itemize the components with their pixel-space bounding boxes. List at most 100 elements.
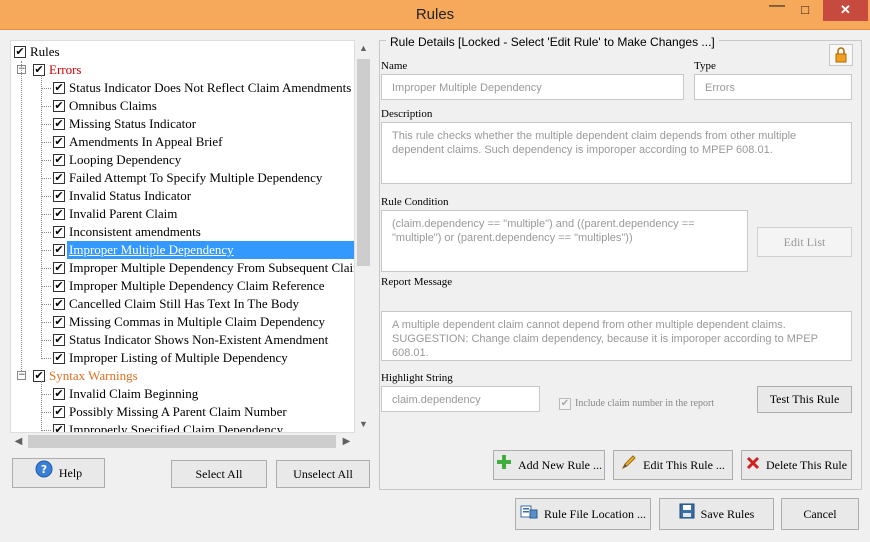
close-button[interactable]: ✕ xyxy=(823,0,868,21)
test-this-rule-button[interactable]: Test This Rule xyxy=(757,386,852,413)
lock-button[interactable] xyxy=(829,44,853,66)
tree-group-row[interactable]: − ✔ Errors xyxy=(11,61,354,79)
collapse-icon[interactable]: − xyxy=(17,371,26,380)
tree-connector xyxy=(41,142,51,143)
tree-item-row[interactable]: ✔ Improper Multiple Dependency Claim Refe… xyxy=(11,277,354,295)
tree-item-label: Cancelled Claim Still Has Text In The Bo… xyxy=(69,296,300,311)
scroll-down-icon[interactable]: ▼ xyxy=(355,416,372,433)
edit-list-button[interactable]: Edit List xyxy=(757,227,852,257)
pencil-icon xyxy=(621,452,637,480)
checkbox[interactable]: ✔ xyxy=(53,190,65,202)
checkbox[interactable]: ✔ xyxy=(53,352,65,364)
plus-icon xyxy=(496,452,512,480)
type-field[interactable]: Errors xyxy=(694,74,852,100)
tree-connector xyxy=(41,381,42,431)
tree-item-row[interactable]: ✔ Cancelled Claim Still Has Text In The B… xyxy=(11,295,354,313)
tree-item-row[interactable]: ✔ Missing Commas in Multiple Claim Depend… xyxy=(11,313,354,331)
tree-item-row[interactable]: ✔ Inconsistent amendments xyxy=(11,223,354,241)
tree-item-label: Missing Status Indicator xyxy=(69,116,197,131)
report-message-field[interactable]: A multiple dependent claim cannot depend… xyxy=(381,311,852,361)
tree-connector xyxy=(41,250,51,251)
tree-item-row[interactable]: ✔ Looping Dependency xyxy=(11,151,354,169)
checkbox[interactable]: ✔ xyxy=(53,406,65,418)
checkbox[interactable]: ✔ xyxy=(53,262,65,274)
highlight-string-field[interactable]: claim.dependency xyxy=(381,386,540,412)
tree-connector xyxy=(41,106,51,107)
description-field[interactable]: This rule checks whether the multiple de… xyxy=(381,122,852,184)
scroll-up-icon[interactable]: ▲ xyxy=(355,40,372,57)
tree-item-row[interactable]: ✔ Possibly Missing A Parent Claim Number xyxy=(11,403,354,421)
checkbox[interactable]: ✔ xyxy=(53,154,65,166)
add-new-rule-button[interactable]: Add New Rule ... xyxy=(493,450,605,480)
tree-connector xyxy=(41,75,42,359)
tree-vertical-scrollbar[interactable]: ▲ ▼ xyxy=(355,40,372,433)
tree-connector xyxy=(41,286,51,287)
tree-item-row[interactable]: ✔ Invalid Parent Claim xyxy=(11,205,354,223)
scroll-left-icon[interactable]: ◀ xyxy=(10,433,27,450)
tree-item-row[interactable]: ✔ Omnibus Claims xyxy=(11,97,354,115)
help-button[interactable]: ? Help xyxy=(12,458,105,488)
checkbox[interactable]: ✔ xyxy=(53,298,65,310)
maximize-button[interactable]: □ xyxy=(792,0,818,21)
minimize-button[interactable]: — xyxy=(764,0,790,21)
tree-root-row[interactable]: ✔ Rules xyxy=(11,43,354,61)
checkbox[interactable]: ✔ xyxy=(33,64,45,76)
tree-group-row[interactable]: − ✔ Syntax Warnings xyxy=(11,367,354,385)
tree-connector xyxy=(41,232,51,233)
tree-item-row[interactable]: ✔ Improperly Specified Claim Dependency xyxy=(11,421,354,432)
edit-this-rule-button[interactable]: Edit This Rule ... xyxy=(613,450,733,480)
delete-this-rule-button[interactable]: Delete This Rule xyxy=(741,450,852,480)
tree-item-row[interactable]: ✔ Status Indicator Does Not Reflect Claim… xyxy=(11,79,354,97)
tree-connector xyxy=(41,196,51,197)
file-location-icon xyxy=(520,500,538,530)
tree-item-row[interactable]: ✔ Improper Multiple Dependency xyxy=(11,241,354,259)
checkbox[interactable]: ✔ xyxy=(53,100,65,112)
checkbox[interactable]: ✔ xyxy=(53,118,65,130)
name-label: Name xyxy=(381,60,408,72)
tree-connector xyxy=(41,214,51,215)
tree-item-row[interactable]: ✔ Improper Listing of Multiple Dependency xyxy=(11,349,354,367)
tree-connector xyxy=(41,268,51,269)
checkbox[interactable]: ✔ xyxy=(53,334,65,346)
tree-connector xyxy=(41,394,51,395)
tree-item-row[interactable]: ✔ Amendments In Appeal Brief xyxy=(11,133,354,151)
checkbox[interactable]: ✔ xyxy=(53,388,65,400)
select-all-button[interactable]: Select All xyxy=(171,460,267,488)
svg-text:?: ? xyxy=(41,463,47,476)
tree-item-row[interactable]: ✔ Improper Multiple Dependency From Subse… xyxy=(11,259,354,277)
checkbox[interactable]: ✔ xyxy=(53,316,65,328)
checkbox[interactable]: ✔ xyxy=(53,82,65,94)
name-field[interactable]: Improper Multiple Dependency xyxy=(381,74,684,100)
tree-item-label: Missing Commas in Multiple Claim Depende… xyxy=(69,314,326,329)
tree-item-label: Invalid Claim Beginning xyxy=(69,386,199,401)
tree-item-row[interactable]: ✔ Failed Attempt To Specify Multiple Depe… xyxy=(11,169,354,187)
rules-tree[interactable]: ✔ Rules − ✔ Errors ✔ Status Indicator Does Not… xyxy=(10,40,355,433)
tree-item-row[interactable]: ✔ Invalid Claim Beginning xyxy=(11,385,354,403)
scroll-thumb-horizontal[interactable] xyxy=(28,435,336,448)
cancel-button[interactable]: Cancel xyxy=(781,498,859,530)
tree-item-row[interactable]: ✔ Status Indicator Shows Non-Existent Ame… xyxy=(11,331,354,349)
tree-horizontal-scrollbar[interactable]: ◀ ▶ xyxy=(10,433,355,450)
checkbox[interactable]: ✔ xyxy=(53,172,65,184)
tree-item-label: Improper Multiple Dependency xyxy=(67,241,354,259)
scroll-thumb[interactable] xyxy=(357,59,370,266)
checkbox[interactable]: ✔ xyxy=(53,208,65,220)
checkbox[interactable]: ✔ xyxy=(33,370,45,382)
save-rules-button[interactable]: Save Rules xyxy=(659,498,774,530)
tree-connector xyxy=(21,61,22,371)
scroll-right-icon[interactable]: ▶ xyxy=(338,433,355,450)
checkbox[interactable]: ✔ xyxy=(53,280,65,292)
include-claim-checkbox[interactable]: ✔ xyxy=(559,398,571,410)
tree-item-row[interactable]: ✔ Invalid Status Indicator xyxy=(11,187,354,205)
unselect-all-button[interactable]: Unselect All xyxy=(276,460,370,488)
tree-item-row[interactable]: ✔ Missing Status Indicator xyxy=(11,115,354,133)
tree-group-label: Syntax Warnings xyxy=(49,368,138,383)
rule-condition-field[interactable]: (claim.dependency == "multiple") and ((p… xyxy=(381,210,748,272)
checkbox[interactable]: ✔ xyxy=(53,136,65,148)
checkbox[interactable]: ✔ xyxy=(14,46,26,58)
checkbox[interactable]: ✔ xyxy=(53,226,65,238)
checkbox[interactable]: ✔ xyxy=(53,244,65,256)
checkbox[interactable]: ✔ xyxy=(53,424,65,432)
tree-connector xyxy=(41,430,51,431)
rule-file-location-button[interactable]: Rule File Location ... xyxy=(515,498,651,530)
